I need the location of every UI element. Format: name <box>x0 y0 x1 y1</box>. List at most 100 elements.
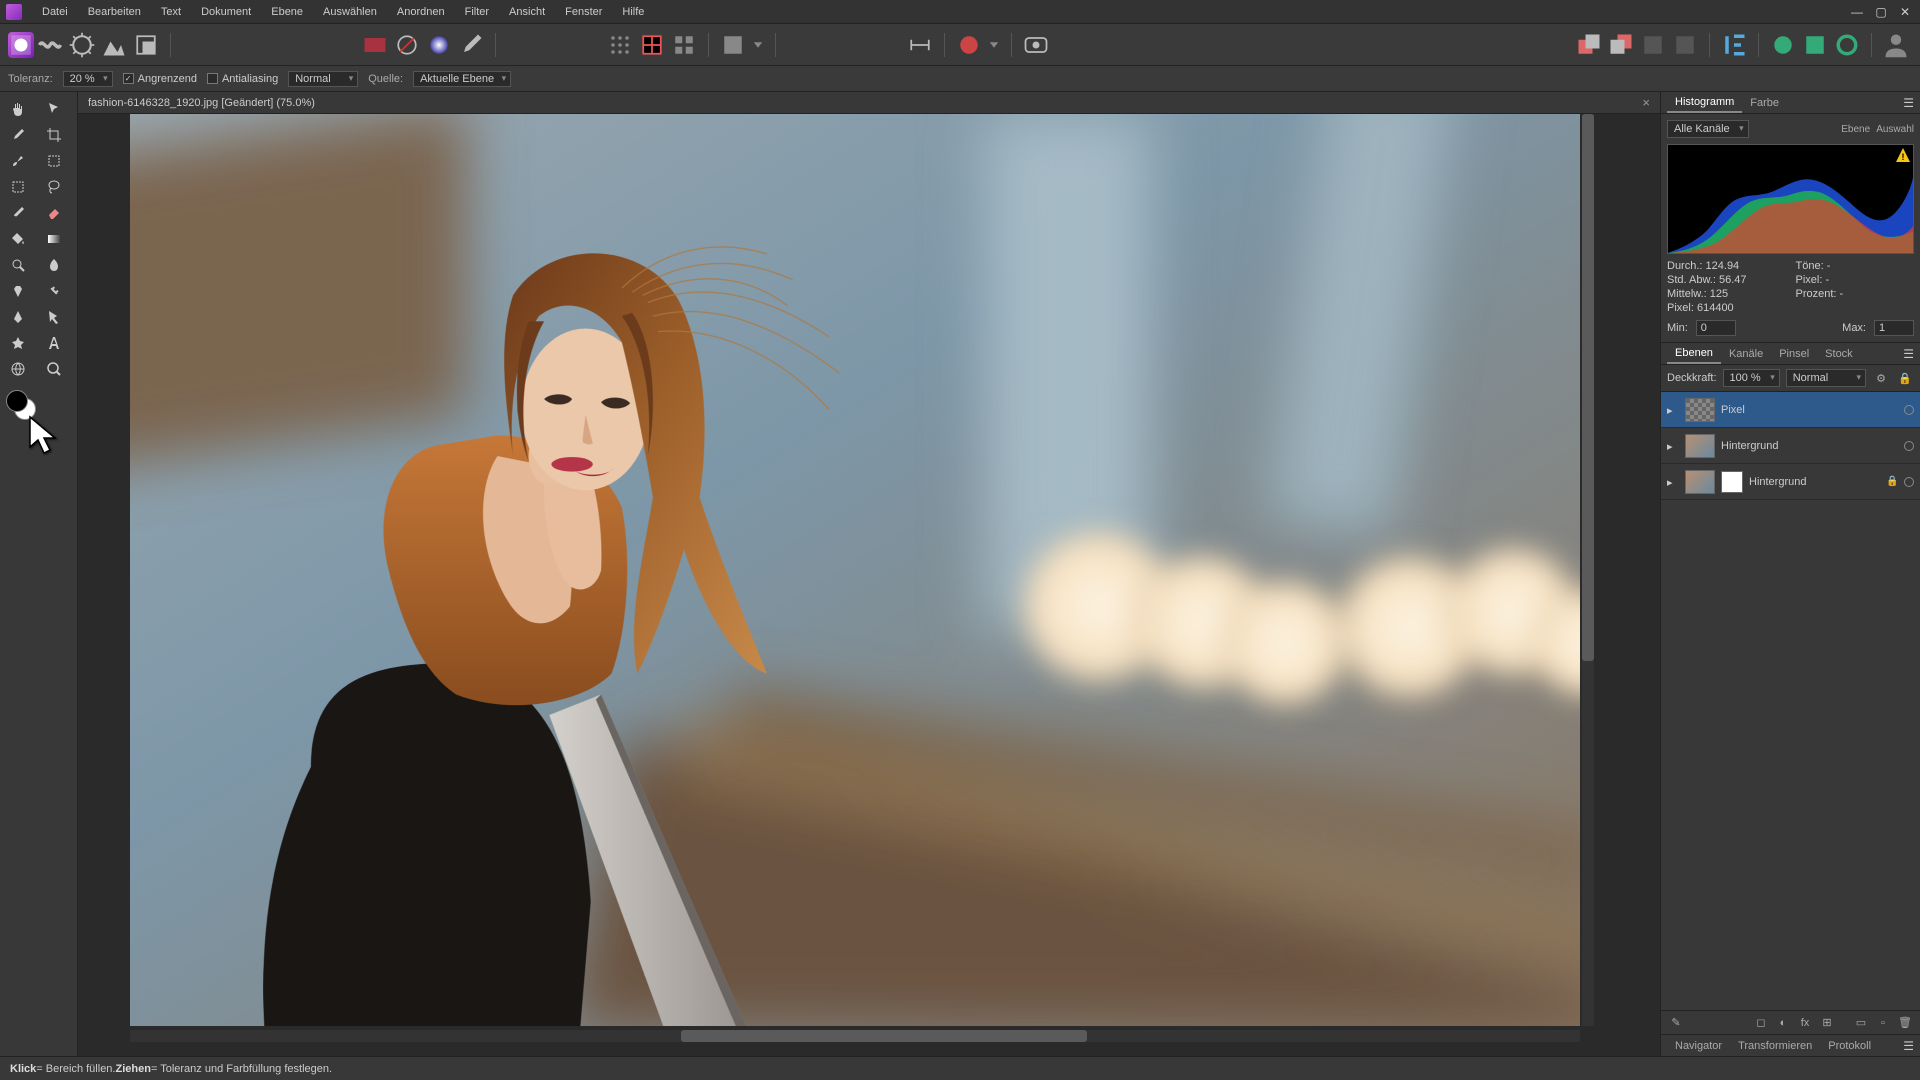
panel-menu-icon[interactable]: ☰ <box>1903 96 1914 110</box>
export-persona-icon[interactable] <box>132 31 160 59</box>
fx-btn-icon[interactable]: fx <box>1796 1014 1814 1032</box>
snap-grid-icon[interactable] <box>638 31 666 59</box>
menu-auswaehlen[interactable]: Auswählen <box>313 0 387 23</box>
scope-auswahl[interactable]: Auswahl <box>1876 124 1914 135</box>
assistant-dropdown[interactable] <box>987 31 1001 59</box>
group-front-icon[interactable] <box>1575 31 1603 59</box>
clip-canvas-icon[interactable] <box>719 31 747 59</box>
stock-add-icon[interactable] <box>1769 31 1797 59</box>
brush-tool[interactable] <box>0 200 36 226</box>
tab-close-icon[interactable]: × <box>1642 95 1650 110</box>
visibility-icon[interactable] <box>1904 477 1914 487</box>
pen-tool[interactable] <box>0 304 36 330</box>
mesh-tool[interactable] <box>0 356 36 382</box>
layer-lock-icon[interactable]: 🔒 <box>1896 369 1914 387</box>
selection-brush-tool[interactable] <box>0 148 36 174</box>
bottom-panel-menu-icon[interactable]: ☰ <box>1903 1039 1914 1053</box>
min-input[interactable] <box>1696 320 1736 336</box>
layer-row[interactable]: ▸ Hintergrund 🔒 <box>1661 464 1920 500</box>
add-layer-icon[interactable]: ▫ <box>1874 1014 1892 1032</box>
clone-tool[interactable] <box>0 278 36 304</box>
layer-panel-menu-icon[interactable]: ☰ <box>1903 347 1914 361</box>
menu-fenster[interactable]: Fenster <box>555 0 612 23</box>
layer-edit-icon[interactable]: ✎ <box>1667 1014 1685 1032</box>
layer-cog-icon[interactable]: ⚙ <box>1872 369 1890 387</box>
smudge-tool[interactable] <box>36 252 72 278</box>
opacity-dropdown[interactable]: 100 % <box>1723 369 1780 387</box>
expand-icon[interactable]: ▸ <box>1667 476 1679 488</box>
flood-select-tool[interactable] <box>0 174 36 200</box>
tab-protokoll[interactable]: Protokoll <box>1820 1035 1879 1056</box>
snap-dots-icon[interactable] <box>606 31 634 59</box>
tab-kanaele[interactable]: Kanäle <box>1721 343 1771 364</box>
group-back-icon[interactable] <box>1607 31 1635 59</box>
tab-pinsel[interactable]: Pinsel <box>1771 343 1817 364</box>
layer-row[interactable]: ▸ Pixel <box>1661 392 1920 428</box>
color-well[interactable] <box>6 390 36 420</box>
fill-tool[interactable] <box>0 226 36 252</box>
snap-pixel-icon[interactable] <box>670 31 698 59</box>
group-dim2-icon[interactable] <box>1671 31 1699 59</box>
tonemap-persona-icon[interactable] <box>100 31 128 59</box>
zoom-tool[interactable] <box>36 356 72 382</box>
healing-tool[interactable] <box>36 278 72 304</box>
adjust-btn-icon[interactable]: ◐ <box>1774 1014 1792 1032</box>
quickmask-icon[interactable] <box>1022 31 1050 59</box>
crop-btn-icon[interactable]: ⊞ <box>1818 1014 1836 1032</box>
menu-ebene[interactable]: Ebene <box>261 0 313 23</box>
tab-histogramm[interactable]: Histogramm <box>1667 92 1742 113</box>
menu-datei[interactable]: Datei <box>32 0 78 23</box>
vscroll-thumb[interactable] <box>1582 114 1594 661</box>
layer-row[interactable]: ▸ Hintergrund <box>1661 428 1920 464</box>
color-picker-tool[interactable] <box>0 122 36 148</box>
contiguous-checkbox[interactable]: ✓ Angrenzend <box>123 73 197 85</box>
document-tab[interactable]: fashion-6146328_1920.jpg [Geändert] (75.… <box>78 92 1660 114</box>
layer-name[interactable]: Hintergrund <box>1721 440 1898 452</box>
hscroll-thumb[interactable] <box>681 1030 1087 1042</box>
menu-bearbeiten[interactable]: Bearbeiten <box>78 0 151 23</box>
vertical-scrollbar[interactable] <box>1582 114 1594 1026</box>
tab-farbe[interactable]: Farbe <box>1742 92 1787 113</box>
mask-btn-icon[interactable]: ◻ <box>1752 1014 1770 1032</box>
erase-tool[interactable] <box>36 200 72 226</box>
tab-navigator[interactable]: Navigator <box>1667 1035 1730 1056</box>
close-button[interactable]: ✕ <box>1896 5 1914 19</box>
text-tool[interactable] <box>36 330 72 356</box>
max-input[interactable] <box>1874 320 1914 336</box>
photo-persona-icon[interactable] <box>8 32 34 58</box>
stock-browse-icon[interactable] <box>1801 31 1829 59</box>
maximize-button[interactable]: ▢ <box>1872 5 1890 19</box>
horizontal-scrollbar[interactable] <box>130 1030 1580 1042</box>
menu-hilfe[interactable]: Hilfe <box>612 0 654 23</box>
menu-filter[interactable]: Filter <box>455 0 499 23</box>
menu-dokument[interactable]: Dokument <box>191 0 261 23</box>
visibility-icon[interactable] <box>1904 441 1914 451</box>
layer-name[interactable]: Pixel <box>1721 404 1898 416</box>
swatch-picker-icon[interactable] <box>457 31 485 59</box>
arrange-h-icon[interactable] <box>906 31 934 59</box>
assistant-red-icon[interactable] <box>955 31 983 59</box>
move-tool[interactable] <box>36 96 72 122</box>
swatch-colorwheel-icon[interactable] <box>425 31 453 59</box>
expand-icon[interactable]: ▸ <box>1667 404 1679 416</box>
antialias-checkbox[interactable]: Antialiasing <box>207 73 278 85</box>
hand-tool[interactable] <box>0 96 36 122</box>
develop-persona-icon[interactable] <box>68 31 96 59</box>
tolerance-input[interactable]: 20 % <box>63 71 113 87</box>
liquify-persona-icon[interactable] <box>36 31 64 59</box>
foreground-color-icon[interactable] <box>6 390 28 412</box>
expand-icon[interactable]: ▸ <box>1667 440 1679 452</box>
scope-ebene[interactable]: Ebene <box>1841 124 1870 135</box>
canvas[interactable] <box>130 114 1580 1026</box>
source-dropdown[interactable]: Aktuelle Ebene <box>413 71 511 87</box>
tab-ebenen[interactable]: Ebenen <box>1667 343 1721 364</box>
marquee-tool[interactable] <box>36 148 72 174</box>
shape-tool[interactable] <box>0 330 36 356</box>
layer-blend-dropdown[interactable]: Normal <box>1786 369 1866 387</box>
dodge-tool[interactable] <box>0 252 36 278</box>
layer-name[interactable]: Hintergrund <box>1749 476 1880 488</box>
clip-canvas-dropdown[interactable] <box>751 31 765 59</box>
node-tool[interactable] <box>36 304 72 330</box>
align-icon[interactable] <box>1720 31 1748 59</box>
gradient-tool[interactable] <box>36 226 72 252</box>
